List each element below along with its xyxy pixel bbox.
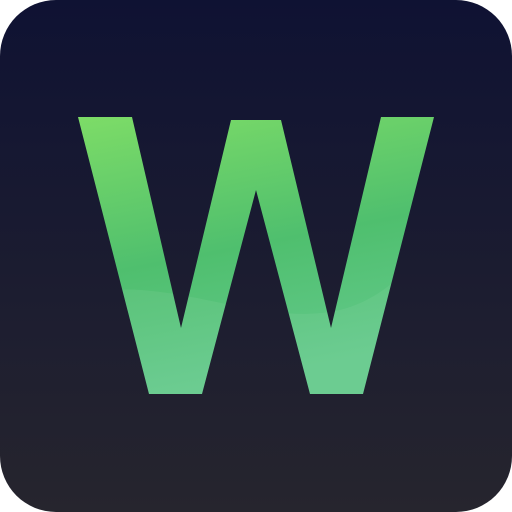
app-icon-graphic <box>0 0 512 512</box>
icon-background <box>0 0 512 512</box>
app-icon[interactable] <box>0 0 512 512</box>
